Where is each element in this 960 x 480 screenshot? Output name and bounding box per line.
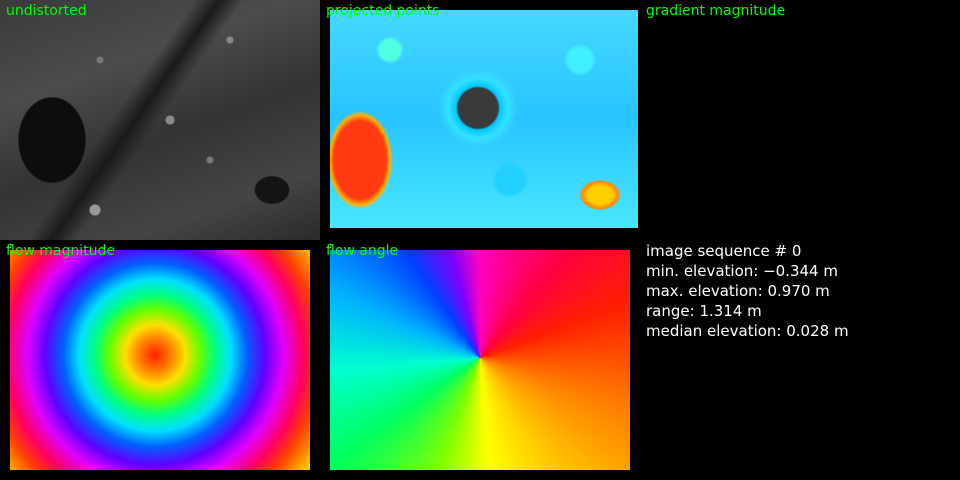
image-sequence-number: image sequence # 0 <box>646 242 802 260</box>
flow-magnitude-panel: flow magnitude <box>0 240 320 480</box>
median-elevation: median elevation: 0.028 m <box>646 322 849 340</box>
projected-points-image <box>330 10 638 228</box>
flow-angle-panel: flow angle <box>320 240 640 480</box>
min-elevation: min. elevation: −0.344 m <box>646 262 838 280</box>
gradient-magnitude-panel: gradient magnitude <box>640 0 960 240</box>
elevation-stats: image sequence # 0 min. elevation: −0.34… <box>646 241 849 341</box>
undistorted-panel: undistorted <box>0 0 320 240</box>
undistorted-label: undistorted <box>6 3 87 19</box>
flow-angle-label: flow angle <box>326 243 399 259</box>
undistorted-image <box>0 0 320 240</box>
elevation-range: range: 1.314 m <box>646 302 762 320</box>
flow-magnitude-image <box>10 250 310 470</box>
max-elevation: max. elevation: 0.970 m <box>646 282 830 300</box>
flow-angle-image <box>330 250 630 470</box>
flow-magnitude-label: flow magnitude <box>6 243 116 259</box>
gradient-magnitude-label: gradient magnitude <box>646 3 786 19</box>
projected-points-label: projected points <box>326 3 440 19</box>
projected-points-panel: projected points <box>320 0 640 240</box>
